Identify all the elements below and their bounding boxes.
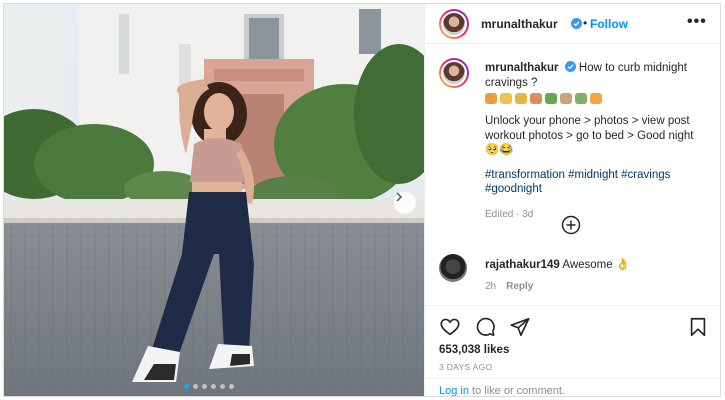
caption: mrunalthakur How to curb midnight cravin… bbox=[485, 61, 710, 222]
post-actions: 653,038 likes 3 DAYS AGO Log in to like … bbox=[425, 305, 720, 397]
verified-badge-icon bbox=[571, 18, 582, 29]
post-dialog: mrunalthakur • Follow ••• mrunalthakur H… bbox=[3, 3, 721, 397]
comments-area[interactable]: mrunalthakur How to curb midnight cravin… bbox=[425, 45, 720, 303]
carousel-dot bbox=[220, 384, 225, 389]
save-bookmark-icon[interactable] bbox=[687, 316, 709, 338]
post-header: mrunalthakur • Follow ••• bbox=[425, 4, 720, 44]
more-options-icon[interactable]: ••• bbox=[687, 13, 707, 31]
comment-meta: 2h Reply bbox=[485, 281, 533, 292]
hotdog-emoji bbox=[530, 93, 542, 104]
post-side-panel: mrunalthakur • Follow ••• mrunalthakur H… bbox=[424, 4, 720, 397]
login-link[interactable]: Log in bbox=[439, 385, 469, 396]
share-send-icon[interactable] bbox=[509, 316, 531, 338]
like-heart-icon[interactable] bbox=[439, 316, 461, 338]
login-prompt-text: to like or comment. bbox=[468, 385, 565, 397]
author-avatar[interactable] bbox=[439, 9, 469, 39]
post-photo[interactable] bbox=[4, 4, 424, 396]
chevron-right-icon bbox=[396, 192, 403, 202]
comment-time: 2h bbox=[485, 281, 497, 292]
caption-body: Unlock your phone > photos > view post w… bbox=[485, 115, 694, 156]
next-slide-button[interactable] bbox=[394, 192, 416, 214]
verified-badge-icon bbox=[564, 61, 576, 72]
author-username[interactable]: mrunalthakur bbox=[481, 17, 558, 31]
likes-count[interactable]: 653,038 likes bbox=[439, 344, 509, 356]
caption-edited-time: Edited · 3d bbox=[485, 208, 534, 220]
next-comment-partial bbox=[439, 300, 709, 303]
burger-emoji bbox=[485, 93, 497, 104]
caption-hashtags[interactable]: #transformation #midnight #cravings #goo… bbox=[485, 168, 710, 197]
post-date: 3 DAYS AGO bbox=[439, 362, 493, 372]
header-separator: • bbox=[583, 16, 588, 30]
comment-text: Awesome 👌 bbox=[562, 259, 631, 271]
taco-emoji bbox=[515, 93, 527, 104]
reply-button[interactable]: Reply bbox=[506, 281, 533, 292]
photo-illustration bbox=[4, 4, 424, 396]
melon-emoji bbox=[545, 93, 557, 104]
carousel-dot bbox=[184, 384, 189, 389]
commenter-username[interactable]: rajathakur149 bbox=[485, 259, 560, 271]
cake-emoji bbox=[560, 93, 572, 104]
load-more-comments-icon[interactable] bbox=[561, 215, 581, 235]
fries-emoji bbox=[500, 93, 512, 104]
caption-username[interactable]: mrunalthakur bbox=[485, 62, 559, 74]
carousel-dot bbox=[229, 384, 234, 389]
action-icons-row bbox=[439, 316, 709, 338]
comment-bubble-icon[interactable] bbox=[474, 316, 496, 338]
caption-avatar[interactable] bbox=[439, 58, 469, 88]
sandwich-emoji bbox=[575, 93, 587, 104]
pizza-emoji bbox=[590, 93, 602, 104]
follow-button[interactable]: Follow bbox=[590, 17, 628, 31]
carousel-dot bbox=[202, 384, 207, 389]
caption-emoji-row bbox=[485, 93, 710, 104]
comment-text-line: rajathakur149 Awesome 👌 bbox=[485, 257, 705, 271]
carousel-dots bbox=[184, 384, 234, 389]
commenter-avatar[interactable] bbox=[439, 254, 467, 282]
login-prompt: Log in to like or comment. bbox=[425, 378, 720, 397]
carousel-dot bbox=[211, 384, 216, 389]
carousel-dot bbox=[193, 384, 198, 389]
